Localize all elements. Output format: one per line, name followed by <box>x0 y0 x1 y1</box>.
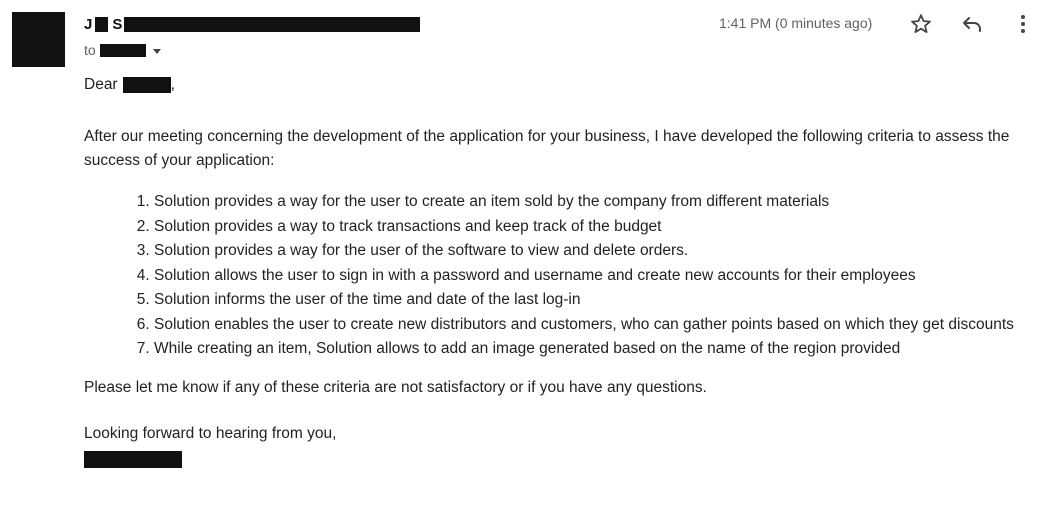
greeting-line: Dear , <box>84 75 1024 95</box>
redacted-signature <box>84 450 182 468</box>
reply-button[interactable] <box>960 12 984 36</box>
list-item: While creating an item, Solution allows … <box>154 337 1024 362</box>
list-item: Solution provides a way to track transac… <box>154 215 1024 240</box>
redacted-recipient-name <box>122 77 171 93</box>
list-item: Solution provides a way for the user of … <box>154 239 1024 264</box>
redacted-sender-first <box>95 16 109 32</box>
question-paragraph: Please let me know if any of these crite… <box>84 378 707 396</box>
sender-first-initial: J <box>84 15 93 33</box>
email-body: Dear , After our meeting concerning the … <box>84 75 1024 468</box>
star-button[interactable] <box>909 12 933 36</box>
chevron-down-icon[interactable] <box>152 48 161 54</box>
email-timestamp: 1:41 PM (0 minutes ago) <box>719 15 873 31</box>
sender-last-initial: S <box>112 15 123 33</box>
list-item: Solution allows the user to sign in with… <box>154 264 1024 289</box>
list-item: Solution informs the user of the time an… <box>154 288 1024 313</box>
greeting-punctuation: , <box>170 76 175 93</box>
avatar <box>12 12 65 67</box>
criteria-list: Solution provides a way for the user to … <box>84 190 1024 362</box>
closing-line: Looking forward to hearing from you, <box>84 424 337 442</box>
list-item: Solution provides a way for the user to … <box>154 190 1024 215</box>
to-label: to <box>84 42 96 58</box>
reply-icon <box>963 17 981 32</box>
greeting-text: Dear <box>84 76 118 93</box>
redacted-sender-last <box>124 16 421 32</box>
more-options-button[interactable] <box>1011 12 1035 36</box>
redacted-recipient <box>99 43 146 57</box>
more-vert-icon <box>1021 15 1025 33</box>
recipient-line: to <box>84 42 161 58</box>
list-item: Solution enables the user to create new … <box>154 313 1024 338</box>
sender-name[interactable]: J S <box>84 14 421 34</box>
intro-paragraph: After our meeting concerning the develop… <box>84 128 1010 169</box>
star-icon <box>911 14 931 33</box>
